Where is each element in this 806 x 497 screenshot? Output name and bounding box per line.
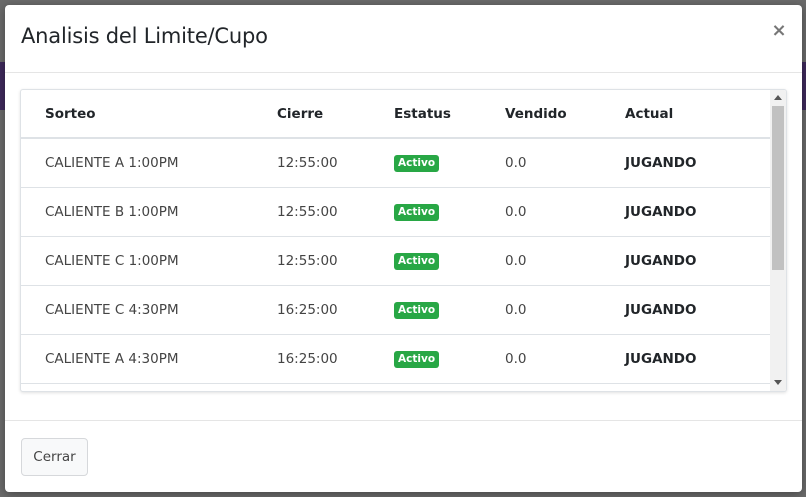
- cell-sorteo: CALIENTE C 1:00PM: [21, 236, 253, 286]
- cell-sorteo: CALIENTE A 1:00PM: [21, 138, 253, 188]
- table-row: CALIENTE B 1:00PM 12:55:00 Activo 0.0 JU…: [21, 187, 771, 237]
- cell-actual: JUGANDO: [601, 138, 771, 188]
- cell-estatus: Activo: [370, 138, 481, 188]
- modal-body: Sorteo Cierre Estatus Vendido Actual CAL…: [20, 89, 787, 392]
- status-badge: Activo: [394, 154, 440, 172]
- cell-actual: JUGANDO: [601, 236, 771, 286]
- cell-actual: [601, 383, 771, 391]
- cell-cierre: 12:55:00: [253, 187, 370, 237]
- status-badge: Activo: [394, 301, 440, 319]
- cell-sorteo: CALIENTE B 1:00PM: [21, 187, 253, 237]
- cell-vendido: 0.0: [481, 334, 601, 384]
- cell-cierre: 16:25:00: [253, 334, 370, 384]
- scroll-up-arrow-icon[interactable]: [774, 95, 782, 100]
- cell-vendido: 0.0: [481, 236, 601, 286]
- vertical-scrollbar[interactable]: [770, 90, 786, 391]
- cell-vendido: [481, 383, 601, 391]
- table-row: CALIENTE A 4:30PM 16:25:00 Activo 0.0 JU…: [21, 334, 771, 384]
- close-button[interactable]: Cerrar: [21, 438, 88, 476]
- cell-actual: JUGANDO: [601, 334, 771, 384]
- status-badge: Activo: [394, 203, 440, 221]
- modal-header: Analisis del Limite/Cupo ×: [5, 5, 802, 73]
- cell-estatus: Activo: [370, 187, 481, 237]
- modal-footer: Cerrar: [5, 420, 802, 492]
- cell-sorteo: CALIENTE C 4:30PM: [21, 285, 253, 335]
- status-badge: Activo: [394, 350, 440, 368]
- cell-actual: JUGANDO: [601, 187, 771, 237]
- cell-cierre: 16:25:00: [253, 285, 370, 335]
- cell-sorteo: [21, 383, 253, 391]
- cell-cierre: [253, 383, 370, 391]
- limit-table: Sorteo Cierre Estatus Vendido Actual CAL…: [21, 90, 771, 391]
- column-header-vendido: Vendido: [481, 90, 601, 139]
- cell-vendido: 0.0: [481, 187, 601, 237]
- cell-estatus: Activo: [370, 334, 481, 384]
- cell-sorteo: CALIENTE A 4:30PM: [21, 334, 253, 384]
- close-icon[interactable]: ×: [770, 21, 788, 41]
- scrollbar-thumb[interactable]: [772, 106, 784, 270]
- table-row: CALIENTE C 4:30PM 16:25:00 Activo 0.0 JU…: [21, 285, 771, 335]
- table-row: CALIENTE A 1:00PM 12:55:00 Activo 0.0 JU…: [21, 138, 771, 188]
- column-header-estatus: Estatus: [370, 90, 481, 139]
- limit-analysis-modal: Analisis del Limite/Cupo × Sorteo Cierre…: [5, 5, 802, 492]
- column-header-actual: Actual: [601, 90, 771, 139]
- status-badge: Activo: [394, 252, 440, 270]
- table-row: CALIENTE C 1:00PM 12:55:00 Activo 0.0 JU…: [21, 236, 771, 286]
- table-header-row: Sorteo Cierre Estatus Vendido Actual: [21, 90, 771, 139]
- cell-vendido: 0.0: [481, 285, 601, 335]
- column-header-sorteo: Sorteo: [21, 90, 253, 139]
- cell-estatus: Activo: [370, 236, 481, 286]
- column-header-cierre: Cierre: [253, 90, 370, 139]
- modal-title: Analisis del Limite/Cupo: [21, 24, 268, 48]
- scroll-down-arrow-icon[interactable]: [774, 380, 782, 385]
- cell-actual: JUGANDO: [601, 285, 771, 335]
- cell-estatus: Activo: [370, 285, 481, 335]
- table-scroll-area[interactable]: Sorteo Cierre Estatus Vendido Actual CAL…: [21, 90, 771, 391]
- cell-estatus: [370, 383, 481, 391]
- cell-cierre: 12:55:00: [253, 138, 370, 188]
- cell-vendido: 0.0: [481, 138, 601, 188]
- table-row: [21, 383, 771, 391]
- cell-cierre: 12:55:00: [253, 236, 370, 286]
